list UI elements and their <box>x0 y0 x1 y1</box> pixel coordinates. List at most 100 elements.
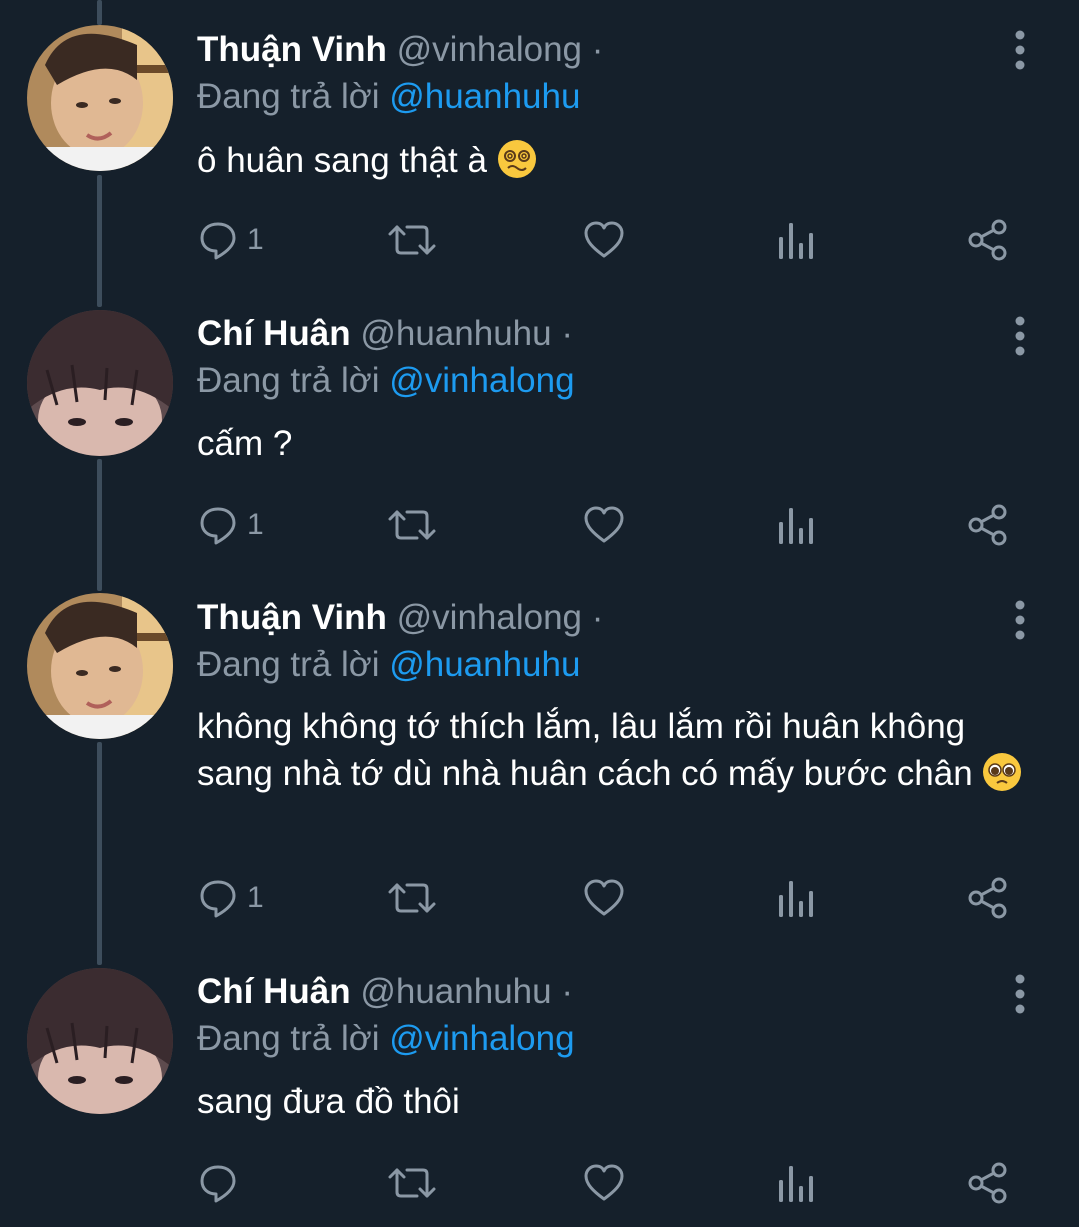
share-icon <box>968 504 1007 546</box>
separator-dot: · <box>561 972 573 1011</box>
reply-icon <box>200 222 236 260</box>
tweet-actions: 1 <box>197 500 1017 550</box>
tweet-text: không không tớ thích lắm, lâu lắm rồi hu… <box>197 703 1027 797</box>
reply-count: 1 <box>247 223 264 256</box>
author-name[interactable]: Chí Huân <box>197 972 351 1011</box>
avatar-photo-a <box>27 25 173 171</box>
replying-to: Đang trả lời @huanhuhu <box>197 643 580 687</box>
avatar[interactable] <box>27 593 173 739</box>
reply-button[interactable]: 1 <box>197 500 264 550</box>
analytics-button[interactable] <box>777 873 813 923</box>
tweet-text: cấm ? <box>197 420 1027 467</box>
tweet-actions: 1 <box>197 873 1017 923</box>
share-icon <box>968 219 1007 261</box>
tweet-text: ô huân sang thật à <box>197 137 1027 184</box>
avatar[interactable] <box>27 968 173 1114</box>
tweet-text: sang đưa đồ thôi <box>197 1078 1027 1125</box>
avatar-photo-b <box>27 968 173 1114</box>
retweet-icon <box>388 883 436 913</box>
retweet-icon <box>388 1168 436 1198</box>
heart-icon <box>584 1164 624 1201</box>
author-handle[interactable]: @vinhalong <box>397 598 582 637</box>
heart-icon <box>584 506 624 543</box>
replying-to: Đang trả lời @huanhuhu <box>197 75 580 119</box>
replying-prefix: Đang trả lời <box>197 361 380 400</box>
avatar[interactable] <box>27 25 173 171</box>
reply-button[interactable] <box>197 1158 247 1208</box>
tweet-header: Thuận Vinh @vinhalong · <box>197 596 603 640</box>
heart-icon <box>584 221 624 258</box>
share-button[interactable] <box>967 1158 1009 1208</box>
retweet-icon <box>388 225 436 255</box>
tweet-header: Chí Huân @huanhuhu · <box>197 312 573 356</box>
more-vertical-icon[interactable] <box>1010 30 1030 70</box>
retweet-button[interactable] <box>387 215 437 265</box>
more-vertical-icon[interactable] <box>1010 600 1030 640</box>
separator-dot: · <box>561 314 573 353</box>
author-name[interactable]: Thuận Vinh <box>197 30 387 69</box>
tweet[interactable]: Thuận Vinh @vinhalong · Đang trả lời @hu… <box>0 575 1079 950</box>
author-name[interactable]: Thuận Vinh <box>197 598 387 637</box>
retweet-button[interactable] <box>387 1158 437 1208</box>
tweet[interactable]: Thuận Vinh @vinhalong · Đang trả lời @hu… <box>0 0 1079 290</box>
tweet-actions <box>197 1158 1017 1208</box>
replying-prefix: Đang trả lời <box>197 645 380 684</box>
tweet-header: Thuận Vinh @vinhalong · <box>197 28 603 72</box>
analytics-button[interactable] <box>777 500 813 550</box>
mention-link[interactable]: @vinhalong <box>389 361 574 400</box>
avatar[interactable] <box>27 310 173 456</box>
tweet-text-content: không không tớ thích lắm, lâu lắm rồi hu… <box>197 707 973 793</box>
replying-prefix: Đang trả lời <box>197 1019 380 1058</box>
replying-prefix: Đang trả lời <box>197 77 380 116</box>
share-button[interactable] <box>967 873 1009 923</box>
tweet-header: Chí Huân @huanhuhu · <box>197 970 573 1014</box>
tweet-text-content: sang đưa đồ thôi <box>197 1082 460 1121</box>
share-icon <box>968 877 1007 919</box>
analytics-icon <box>779 223 813 259</box>
share-icon <box>968 1162 1007 1204</box>
like-button[interactable] <box>583 215 625 265</box>
separator-dot: · <box>591 598 604 637</box>
tweet-actions: 1 <box>197 215 1017 265</box>
author-handle[interactable]: @huanhuhu <box>360 314 551 353</box>
replying-to: Đang trả lời @vinhalong <box>197 1017 575 1061</box>
avatar-photo-a <box>27 593 173 739</box>
mention-link[interactable]: @huanhuhu <box>389 645 580 684</box>
reply-icon <box>200 880 236 918</box>
author-handle[interactable]: @vinhalong <box>397 30 582 69</box>
tweet[interactable]: Chí Huân @huanhuhu · Đang trả lời @vinha… <box>0 950 1079 1227</box>
reply-icon <box>200 507 236 545</box>
analytics-button[interactable] <box>777 1158 813 1208</box>
share-button[interactable] <box>967 500 1009 550</box>
retweet-icon <box>388 510 436 540</box>
analytics-button[interactable] <box>777 215 813 265</box>
analytics-icon <box>779 1166 813 1202</box>
reply-icon <box>200 1165 236 1203</box>
retweet-button[interactable] <box>387 500 437 550</box>
author-name[interactable]: Chí Huân <box>197 314 351 353</box>
more-vertical-icon[interactable] <box>1010 974 1030 1014</box>
analytics-icon <box>779 881 813 917</box>
tweet-text-content: cấm ? <box>197 424 293 463</box>
author-handle[interactable]: @huanhuhu <box>360 972 551 1011</box>
mention-link[interactable]: @vinhalong <box>389 1019 574 1058</box>
retweet-button[interactable] <box>387 873 437 923</box>
mention-link[interactable]: @huanhuhu <box>389 77 580 116</box>
analytics-icon <box>779 508 813 544</box>
tweet-text-content: ô huân sang thật à <box>197 141 487 180</box>
woozy-face-emoji-icon <box>497 140 536 178</box>
more-vertical-icon[interactable] <box>1010 316 1030 356</box>
separator-dot: · <box>591 30 604 69</box>
like-button[interactable] <box>583 500 625 550</box>
avatar-photo-b <box>27 310 173 456</box>
share-button[interactable] <box>967 215 1009 265</box>
like-button[interactable] <box>583 1158 625 1208</box>
reply-button[interactable]: 1 <box>197 873 264 923</box>
like-button[interactable] <box>583 873 625 923</box>
heart-icon <box>584 879 624 916</box>
tweet[interactable]: Chí Huân @huanhuhu · Đang trả lời @vinha… <box>0 290 1079 575</box>
reply-count: 1 <box>247 508 264 541</box>
pleading-face-emoji-icon <box>983 753 1022 791</box>
reply-button[interactable]: 1 <box>197 215 264 265</box>
replying-to: Đang trả lời @vinhalong <box>197 359 575 403</box>
